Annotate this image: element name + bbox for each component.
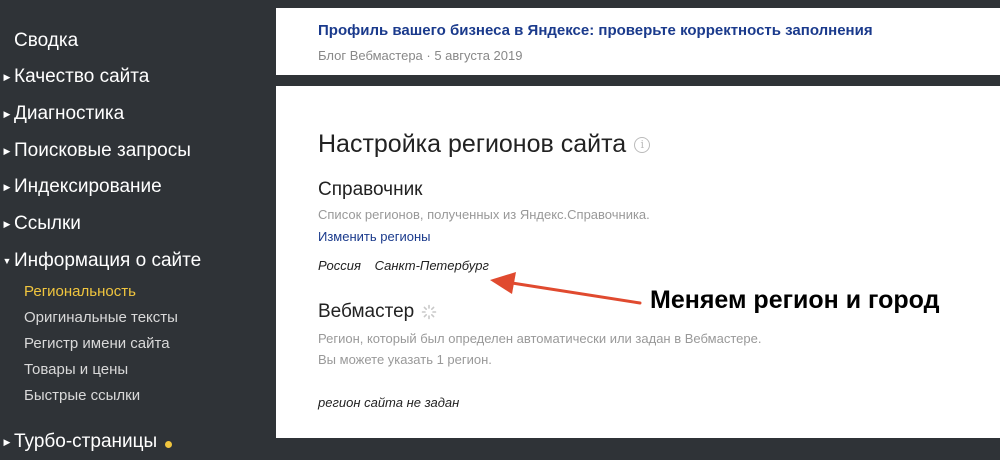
sidebar-item-label: Ссылки: [14, 213, 81, 234]
sidebar-item-site-quality[interactable]: ▶ Качество сайта: [0, 62, 150, 92]
sidebar-subitem-label: Регистр имени сайта: [24, 334, 170, 352]
notification-dot: [165, 440, 173, 448]
sidebar-item-turbo-pages[interactable]: ▶ Турбо-страницы: [0, 427, 173, 457]
directory-description: Список регионов, полученных из Яндекс.Сп…: [318, 207, 650, 222]
page-title: Настройка регионов сайта: [318, 130, 627, 158]
sidebar-subitem-label: Быстрые ссылки: [24, 386, 141, 404]
sidebar: Сводка ▶ Качество сайта ▶ Диагностика ▶ …: [0, 0, 276, 460]
page-title-row: Настройка регионов сайта i: [318, 130, 651, 159]
chevron-right-icon: ▶: [3, 181, 11, 192]
sidebar-item-links[interactable]: ▶ Ссылки: [0, 209, 81, 239]
sidebar-item-indexing[interactable]: ▶ Индексирование: [0, 172, 162, 202]
sidebar-item-search-queries[interactable]: ▶ Поисковые запросы: [0, 136, 191, 166]
sidebar-item-label: Диагностика: [14, 103, 125, 124]
sidebar-item-label: Поисковые запросы: [14, 140, 191, 161]
info-icon[interactable]: i: [634, 136, 651, 153]
sidebar-item-label: Информация о сайте: [14, 250, 202, 271]
sidebar-subitem-quick-links[interactable]: Быстрые ссылки: [24, 384, 140, 406]
annotation-text: Меняем регион и город: [650, 286, 940, 314]
sidebar-subitem-label: Оригинальные тексты: [24, 308, 178, 326]
sidebar-subitem-regionality[interactable]: Региональность: [24, 280, 136, 302]
main-content: Профиль вашего бизнеса в Яндексе: провер…: [276, 0, 1000, 460]
news-card: Профиль вашего бизнеса в Яндексе: провер…: [276, 8, 1000, 75]
chevron-right-icon: ▶: [3, 436, 11, 447]
sidebar-subitem-site-name-case[interactable]: Регистр имени сайта: [24, 332, 170, 354]
chevron-right-icon: ▶: [3, 145, 11, 156]
region-city: Санкт-Петербург: [374, 258, 489, 273]
sidebar-subitem-products-prices[interactable]: Товары и цены: [24, 358, 128, 380]
regions-card: Настройка регионов сайта i Справочник Сп…: [276, 86, 1000, 438]
sidebar-item-label: Качество сайта: [14, 66, 150, 87]
webmaster-description-line1: Регион, который был определен автоматиче…: [318, 331, 762, 346]
sidebar-item-summary[interactable]: Сводка: [14, 26, 78, 56]
webmaster-description-line2: Вы можете указать 1 регион.: [318, 352, 492, 367]
news-title-link[interactable]: Профиль вашего бизнеса в Яндексе: провер…: [318, 22, 873, 39]
chevron-right-icon: ▶: [3, 218, 11, 229]
region-country: Россия: [318, 258, 361, 273]
chevron-right-icon: ▶: [3, 71, 11, 82]
sidebar-item-label: Индексирование: [14, 176, 162, 197]
sidebar-item-label: Сводка: [14, 30, 79, 51]
region-list: Россия Санкт-Петербург: [318, 258, 489, 273]
chevron-down-icon: ▼: [2, 256, 12, 266]
chevron-right-icon: ▶: [3, 108, 11, 119]
sidebar-subitem-label: Товары и цены: [24, 360, 129, 378]
region-not-set-status: регион сайта не задан: [318, 395, 460, 410]
change-regions-link[interactable]: Изменить регионы: [318, 229, 430, 244]
webmaster-section-title-row: Вебмастер: [318, 301, 437, 323]
sidebar-item-label: Турбо-страницы: [14, 431, 158, 452]
sidebar-item-diagnostics[interactable]: ▶ Диагностика: [0, 99, 125, 129]
directory-section-title: Справочник: [318, 179, 423, 200]
sidebar-subitem-original-texts[interactable]: Оригинальные тексты: [24, 306, 178, 328]
sidebar-subitem-label: Региональность: [24, 282, 136, 300]
webmaster-section-title: Вебмастер: [318, 301, 415, 322]
sidebar-item-site-info[interactable]: ▼ Информация о сайте: [0, 246, 202, 276]
news-meta: Блог Вебмастера · 5 августа 2019: [318, 48, 523, 63]
spinner-icon: [421, 304, 437, 320]
